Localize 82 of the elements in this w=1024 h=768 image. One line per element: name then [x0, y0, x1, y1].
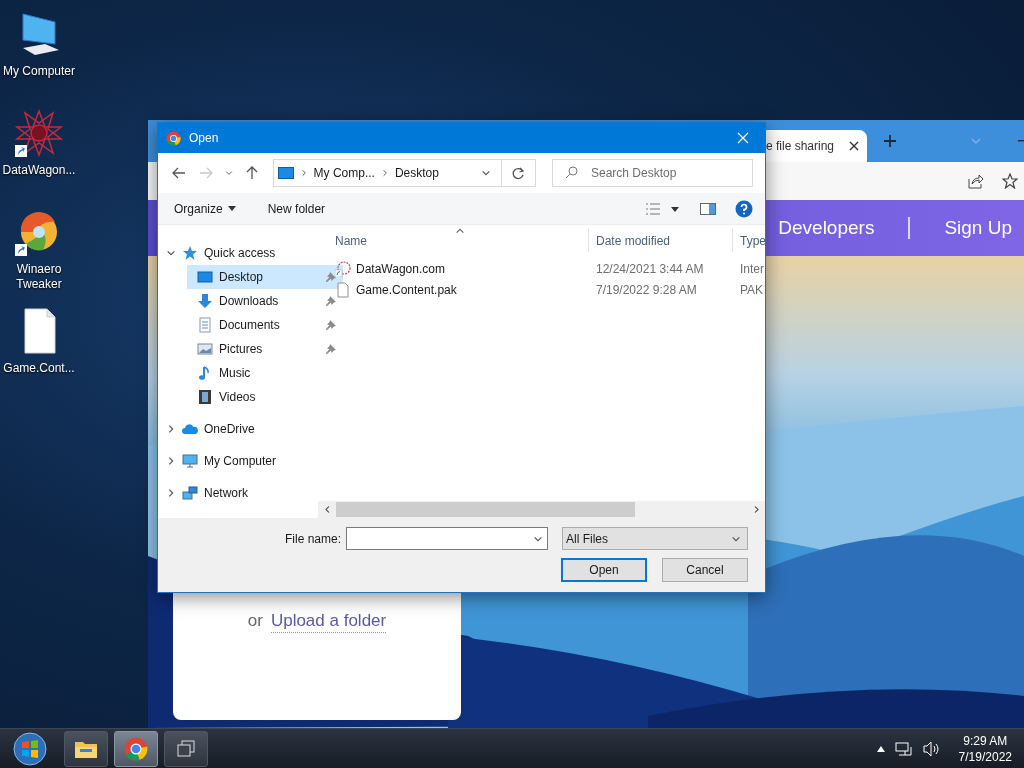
file-date: 7/19/2022 9:28 AM [596, 282, 698, 297]
file-name-label: File name: [284, 531, 341, 546]
nav-item[interactable]: Quick access [158, 241, 318, 265]
breadcrumb[interactable]: My Comp... [313, 166, 375, 180]
minimize-icon[interactable] [1018, 140, 1024, 142]
dialog-button[interactable]: Open [561, 558, 647, 582]
search-field[interactable]: Search Desktop [552, 159, 753, 187]
refresh-icon[interactable] [512, 166, 525, 180]
nav-item[interactable]: OneDrive [158, 417, 318, 441]
file-date: 12/24/2021 3:44 AM [596, 261, 705, 276]
sort-caret-icon [455, 226, 465, 236]
horizontal-scrollbar[interactable] [318, 501, 765, 518]
chevron-icon [224, 169, 233, 177]
star-icon[interactable] [1002, 173, 1018, 189]
star-icon [182, 245, 198, 261]
search-icon [565, 166, 578, 179]
file-name[interactable]: Game.Content.pak [356, 282, 457, 297]
desktop-icon [197, 269, 213, 285]
desktop-icon [277, 167, 294, 179]
image-icon [197, 341, 213, 357]
chevron-icon [380, 169, 389, 177]
film-icon [197, 389, 213, 405]
address-bar[interactable]: My Comp... Desktop [272, 159, 536, 187]
chevron-icon [299, 169, 308, 177]
list-view-icon[interactable] [645, 202, 681, 215]
start-orb-icon[interactable] [13, 731, 47, 766]
column-header[interactable]: Date modified [589, 228, 733, 252]
dropdown-icon [481, 168, 491, 178]
file-type: PAK [740, 282, 764, 297]
help-icon[interactable] [735, 199, 753, 218]
nav-item[interactable]: Videos [187, 385, 343, 409]
desktop-icon-label[interactable]: Winaero Tweaker [0, 262, 78, 292]
nav-item[interactable]: Music [187, 361, 343, 385]
or-text: or [247, 611, 263, 632]
taskbar-app-button[interactable] [64, 730, 108, 767]
desktop-icon-label[interactable]: DataWagon... [0, 163, 78, 178]
toolbar-button[interactable]: New folder [263, 199, 330, 218]
nav-link[interactable]: Developers [778, 217, 875, 239]
nav-link[interactable]: Sign Up [944, 217, 1012, 239]
show-hidden-icons-icon[interactable] [876, 745, 885, 752]
taskbar-app-button[interactable] [164, 730, 208, 767]
nav-item[interactable]: Pictures [187, 337, 343, 361]
task-view-icon [176, 739, 196, 758]
clock[interactable]: 9:29 AM 7/19/2022 [950, 732, 1020, 765]
preview-pane-icon[interactable] [700, 202, 716, 215]
close-icon[interactable] [849, 141, 859, 151]
nav-item[interactable]: Downloads [187, 289, 343, 313]
network-icon[interactable] [894, 740, 913, 757]
chrome-icon [166, 130, 181, 146]
plus-icon[interactable] [883, 134, 897, 148]
star-pattern-icon [15, 109, 63, 157]
nav-item[interactable]: Desktop [187, 265, 343, 289]
nav-item[interactable]: Network [158, 481, 318, 505]
dialog-button[interactable]: Cancel [662, 558, 748, 582]
nav-item[interactable]: Documents [187, 313, 343, 337]
network-icon [182, 485, 198, 501]
cloud-icon [182, 421, 198, 437]
download-arrow-icon [197, 293, 213, 309]
nav-item[interactable]: My Computer [158, 449, 318, 473]
column-header[interactable]: Name [328, 228, 589, 252]
chevron-icon [322, 505, 332, 514]
dialog-title: Open [189, 131, 220, 145]
back-arrow-icon[interactable] [171, 167, 186, 179]
volume-icon[interactable] [922, 740, 941, 757]
computer-icon [182, 453, 198, 469]
file-name[interactable]: DataWagon.com [356, 261, 445, 276]
share-icon[interactable] [968, 173, 984, 189]
toolbar-button[interactable]: Organize [170, 199, 240, 218]
desktop-icon-label[interactable]: My Computer [0, 64, 78, 79]
shortcut-file-icon [335, 260, 351, 277]
taskbar-app-button[interactable] [114, 730, 158, 767]
scrollbar-thumb[interactable] [336, 502, 635, 517]
upload-folder-link[interactable]: Upload a folder [270, 611, 387, 633]
up-arrow-icon[interactable] [246, 166, 259, 180]
desktop-icon-label[interactable]: Game.Cont... [0, 361, 78, 376]
chrome-icon [124, 736, 148, 761]
file-name-field[interactable] [346, 527, 548, 550]
document-icon [197, 317, 213, 333]
file-type: Inter [740, 261, 764, 276]
file-type-dropdown[interactable]: All Files [562, 527, 748, 550]
breadcrumb[interactable]: Desktop [394, 166, 439, 180]
blank-file-icon [335, 281, 351, 298]
